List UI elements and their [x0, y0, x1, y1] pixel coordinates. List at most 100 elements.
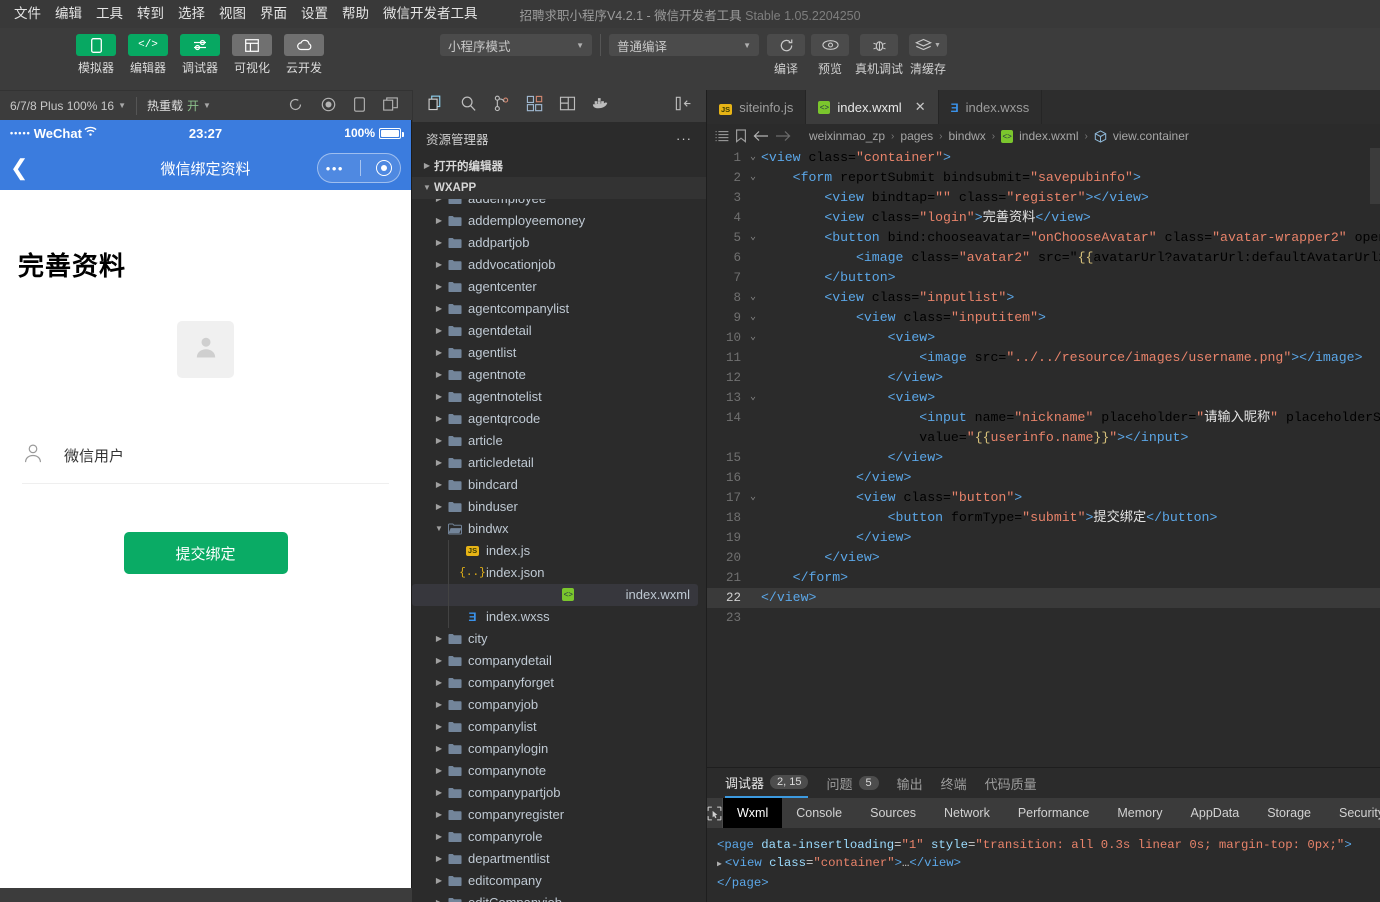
menu-item-6[interactable]: 界面	[253, 3, 294, 25]
back-arrow-icon[interactable]	[753, 130, 769, 142]
record-icon[interactable]	[321, 97, 336, 115]
tree-item-articledetail[interactable]: ▶ articledetail	[412, 452, 706, 474]
code-line-2[interactable]: 2 ⌄ <form reportSubmit bindsubmit="savepu…	[707, 168, 1380, 188]
hot-reload-select[interactable]: 热重载 开 ▼	[137, 97, 221, 114]
fold-chevron-icon[interactable]: ⌄	[745, 388, 761, 408]
tree-item-bindcard[interactable]: ▶ bindcard	[412, 474, 706, 496]
wechat-capsule[interactable]: •••	[317, 153, 401, 183]
forward-arrow-icon[interactable]	[775, 130, 791, 142]
code-line-9[interactable]: 9 ⌄ <view class="inputitem">	[707, 308, 1380, 328]
chevron-right-icon[interactable]: ▶	[432, 766, 446, 775]
target-icon[interactable]	[376, 160, 393, 176]
breadcrumb-part-2[interactable]: bindwx	[948, 129, 985, 143]
toolbar-cloud-button[interactable]: 云开发	[282, 34, 326, 76]
code-line-17[interactable]: 17 ⌄ <view class="button">	[707, 488, 1380, 508]
chevron-right-icon[interactable]: ▶	[432, 238, 446, 247]
nickname-input-item[interactable]: 微信用户	[22, 442, 389, 484]
submit-bind-button[interactable]: 提交绑定	[123, 532, 288, 574]
code-line-7[interactable]: 7 </button>	[707, 268, 1380, 288]
code-line-20[interactable]: 20 </view>	[707, 548, 1380, 568]
tree-item-agentcompanylist[interactable]: ▶ agentcompanylist	[412, 298, 706, 320]
outline-icon[interactable]	[715, 130, 729, 143]
compile-select[interactable]: 普通编译 ▼	[609, 34, 759, 56]
devtools-tab-memory[interactable]: Memory	[1103, 798, 1176, 828]
debug-tab-1[interactable]: 问题 5	[826, 768, 879, 798]
code-line-21[interactable]: 21 </form>	[707, 568, 1380, 588]
devtools-tab-sources[interactable]: Sources	[856, 798, 930, 828]
code-line-16[interactable]: 16 </view>	[707, 468, 1380, 488]
search-icon[interactable]	[460, 95, 477, 117]
explorer-section-0[interactable]: ▶ 打开的编辑器	[412, 154, 706, 177]
code-editor[interactable]: 1 ⌄ <view class="container"> 2 ⌄ <form repor…	[707, 148, 1380, 767]
chevron-right-icon[interactable]: ▶	[420, 161, 434, 170]
chevron-right-icon[interactable]: ▶	[432, 392, 446, 401]
code-line-10[interactable]: 10 ⌄ <view>	[707, 328, 1380, 348]
fold-chevron-icon[interactable]: ⌄	[745, 148, 761, 168]
tree-item-companyforget[interactable]: ▶ companyforget	[412, 672, 706, 694]
toolbar-debugger-button[interactable]: 调试器	[178, 34, 222, 76]
extensions-icon[interactable]	[526, 95, 543, 117]
breadcrumb-part-1[interactable]: pages	[900, 129, 933, 143]
toolbar-editor-button[interactable]: </> 编辑器	[126, 34, 170, 76]
chevron-right-icon[interactable]: ▶	[432, 898, 446, 902]
file-tree[interactable]: ▶ addemployee ▶ addemployeemoney ▶ addpartjob…	[412, 154, 706, 902]
breadcrumb-part-3[interactable]: index.wxml	[1019, 129, 1078, 143]
clear-cache-button[interactable]: ▼ 清缓存	[909, 34, 948, 77]
code-line-3[interactable]: 3 <view bindtap="" class="register"></vi…	[707, 188, 1380, 208]
inspect-cursor-icon[interactable]	[707, 798, 723, 828]
toolbar-simulator-button[interactable]: 模拟器	[74, 34, 118, 76]
devtools-tab-console[interactable]: Console	[782, 798, 856, 828]
tree-item-companylogin[interactable]: ▶ companylogin	[412, 738, 706, 760]
chevron-right-icon[interactable]: ▶	[432, 722, 446, 731]
fold-chevron-icon[interactable]: ⌄	[745, 168, 761, 188]
source-control-icon[interactable]	[493, 95, 510, 117]
tree-item-companyjob[interactable]: ▶ companyjob	[412, 694, 706, 716]
chevron-right-icon[interactable]: ▶	[432, 634, 446, 643]
avatar-placeholder-box[interactable]	[177, 321, 234, 378]
chevron-right-icon[interactable]: ▶	[432, 810, 446, 819]
dom-line-1[interactable]: ▶ <view class="container">…</view>	[717, 854, 1370, 874]
chevron-right-icon[interactable]: ▶	[432, 326, 446, 335]
chevron-right-icon[interactable]: ▶	[432, 700, 446, 709]
toolbar-visualization-button[interactable]: 可视化	[230, 34, 274, 76]
editor-tab-index-wxml[interactable]: <> index.wxml ✕	[806, 90, 939, 124]
menu-item-2[interactable]: 工具	[89, 3, 130, 25]
chevron-right-icon[interactable]: ▶	[432, 282, 446, 291]
tree-item-companyrole[interactable]: ▶ companyrole	[412, 826, 706, 848]
menu-item-0[interactable]: 文件	[7, 3, 48, 25]
docker-icon[interactable]	[592, 96, 610, 115]
chevron-right-icon[interactable]: ▶	[432, 854, 446, 863]
code-line-8[interactable]: 8 ⌄ <view class="inputlist">	[707, 288, 1380, 308]
breadcrumb-part-4[interactable]: view.container	[1113, 129, 1189, 143]
multiwindow-icon[interactable]	[383, 96, 398, 115]
tree-item-companydetail[interactable]: ▶ companydetail	[412, 650, 706, 672]
chevron-right-icon[interactable]: ▶	[432, 370, 446, 379]
code-line-14[interactable]: 14 <input name="nickname" placeholder="请…	[707, 408, 1380, 428]
menu-item-5[interactable]: 视图	[212, 3, 253, 25]
chevron-right-icon[interactable]: ▶	[432, 480, 446, 489]
tree-item-departmentlist[interactable]: ▶ departmentlist	[412, 848, 706, 870]
tree-item-agentcenter[interactable]: ▶ agentcenter	[412, 276, 706, 298]
files-icon[interactable]	[427, 95, 444, 117]
devtools-tab-security[interactable]: Security	[1325, 798, 1380, 828]
menu-item-3[interactable]: 转到	[130, 3, 171, 25]
tree-item-addpartjob[interactable]: ▶ addpartjob	[412, 232, 706, 254]
structure-icon[interactable]	[559, 95, 576, 117]
tree-item-index.json[interactable]: {..} index.json	[412, 562, 706, 584]
menu-item-9[interactable]: 微信开发者工具	[376, 3, 485, 25]
chevron-down-icon[interactable]: ▼	[420, 183, 434, 192]
explorer-section-1[interactable]: ▼ WXAPP	[412, 176, 706, 199]
code-line-5[interactable]: 5 ⌄ <button bind:chooseavatar="onChooseAv…	[707, 228, 1380, 248]
tree-item-article[interactable]: ▶ article	[412, 430, 706, 452]
editor-tab-index-wxss[interactable]: Ǝindex.wxss	[938, 90, 1043, 124]
chevron-right-icon[interactable]: ▶	[432, 216, 446, 225]
tree-item-companynote[interactable]: ▶ companynote	[412, 760, 706, 782]
chevron-right-icon[interactable]: ▶	[432, 348, 446, 357]
devtools-tab-wxml[interactable]: Wxml	[723, 798, 783, 828]
editor-tab-siteinfo-js[interactable]: JS siteinfo.js	[707, 90, 807, 124]
tree-item-city[interactable]: ▶ city	[412, 628, 706, 650]
debug-tab-0[interactable]: 调试器 2, 15	[725, 768, 809, 798]
devtools-tab-network[interactable]: Network	[930, 798, 1004, 828]
chevron-right-icon[interactable]: ▶	[432, 502, 446, 511]
menu-item-4[interactable]: 选择	[171, 3, 212, 25]
